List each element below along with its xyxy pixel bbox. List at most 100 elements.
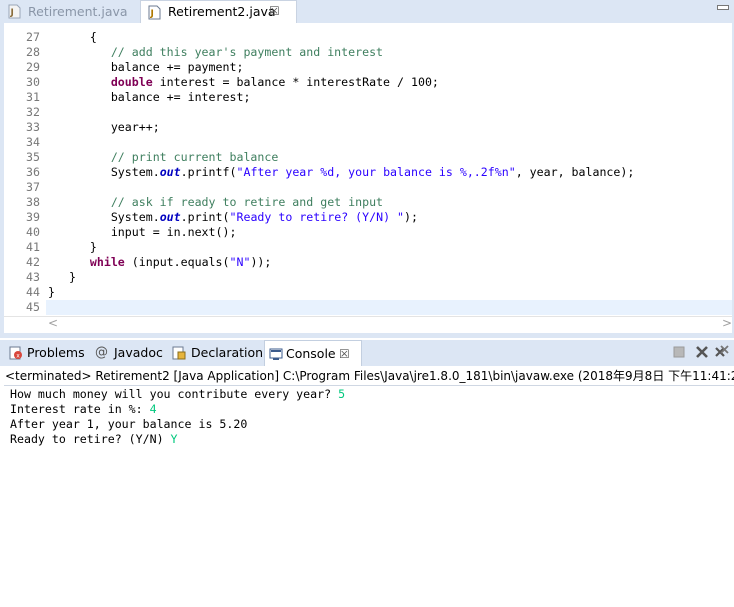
- code-line: while (input.equals("N"));: [48, 255, 272, 270]
- line-number: 36: [26, 165, 40, 179]
- close-icon[interactable]: ☒: [269, 0, 280, 23]
- code-token: ));: [250, 255, 272, 269]
- line-number: 31: [26, 90, 40, 104]
- horizontal-scrollbar[interactable]: < >: [4, 316, 732, 331]
- line-number: 41: [26, 240, 40, 254]
- svg-text:J: J: [150, 9, 154, 19]
- console-status: <terminated> Retirement2 [Java Applicati…: [5, 369, 734, 383]
- tab-retirement-java[interactable]: J Retirement.java: [6, 0, 136, 23]
- code-line: year++;: [48, 120, 160, 135]
- tab-label: Problems: [27, 345, 85, 360]
- code-token: , year, balance);: [515, 165, 635, 179]
- code-line: // ask if ready to retire and get input: [48, 195, 383, 210]
- scroll-right-icon[interactable]: >: [722, 316, 732, 330]
- code-line: }: [48, 240, 97, 255]
- line-number: 44: [26, 285, 40, 299]
- line-number: 39: [26, 210, 40, 224]
- tab-label: Retirement.java: [28, 4, 128, 19]
- code-token: input = in.next();: [48, 225, 237, 239]
- console-user-input: 5: [338, 387, 346, 401]
- remove-all-icon[interactable]: [715, 345, 729, 359]
- code-token: // print current balance: [48, 150, 279, 164]
- code-line: System.out.print("Ready to retire? (Y/N)…: [48, 210, 418, 225]
- tab-retirement2-java[interactable]: J Retirement2.java ☒: [140, 0, 297, 24]
- code-token: }: [48, 285, 55, 299]
- code-token: out: [159, 165, 181, 179]
- java-file-icon: J: [148, 5, 161, 20]
- code-line: balance += payment;: [48, 60, 244, 75]
- code-line: balance += interest;: [48, 90, 251, 105]
- console-user-input: 4: [149, 402, 157, 416]
- tab-label: Javadoc: [114, 345, 163, 360]
- scroll-left-icon[interactable]: <: [48, 316, 58, 330]
- tab-label: Retirement2.java: [168, 4, 276, 19]
- javadoc-icon: @: [95, 345, 108, 360]
- line-number: 29: [26, 60, 40, 74]
- line-number: 38: [26, 195, 40, 209]
- console-line: How much money will you contribute every…: [10, 387, 345, 402]
- code-token: System.: [48, 165, 160, 179]
- code-token: while: [89, 255, 125, 269]
- line-number: 28: [26, 45, 40, 59]
- code-line: // print current balance: [48, 150, 279, 165]
- svg-text:x: x: [16, 353, 20, 360]
- code-line: // add this year's payment and interest: [48, 45, 383, 60]
- line-number: 27: [26, 30, 40, 44]
- line-number: 43: [26, 270, 40, 284]
- line-number: 32: [26, 105, 40, 119]
- console-line: After year 1, your balance is 5.20: [10, 417, 247, 432]
- svg-text:J: J: [10, 8, 14, 18]
- declaration-icon: [172, 346, 186, 360]
- line-number: 34: [26, 135, 40, 149]
- tab-problems[interactable]: x Problems: [6, 340, 92, 366]
- code-token: (input.equals(: [124, 255, 230, 269]
- code-token: interest = balance * interestRate / 100;: [152, 75, 439, 89]
- tab-console[interactable]: Console ☒: [264, 340, 362, 367]
- java-file-icon: J: [8, 4, 21, 19]
- code-token: "After year %d, your balance is %,.2f%n": [236, 165, 516, 179]
- code-token: out: [159, 210, 181, 224]
- code-token: .print(: [180, 210, 230, 224]
- problems-icon: x: [9, 346, 22, 360]
- console-text: How much money will you contribute every…: [10, 387, 339, 401]
- code-line: System.out.printf("After year %d, your b…: [48, 165, 635, 180]
- code-token: System.: [48, 210, 160, 224]
- line-number: 37: [26, 180, 40, 194]
- close-icon[interactable]: ☒: [339, 341, 350, 367]
- code-token: }: [48, 270, 76, 284]
- code-token: "N": [229, 255, 251, 269]
- tab-declaration[interactable]: Declaration: [170, 340, 264, 366]
- line-number: 33: [26, 120, 40, 134]
- console-text: Ready to retire? (Y/N): [10, 432, 171, 446]
- tab-javadoc[interactable]: @ Javadoc: [93, 340, 165, 366]
- editor-tab-bar: J Retirement.java J Retirement2.java ☒: [0, 0, 734, 24]
- view-tab-bar: x Problems @ Javadoc Declaration Console…: [0, 340, 734, 367]
- line-number: 42: [26, 255, 40, 269]
- remove-launch-icon[interactable]: [695, 345, 709, 359]
- current-line-highlight: [46, 300, 732, 315]
- tab-label: Declaration: [191, 345, 264, 360]
- console-icon: [269, 348, 283, 360]
- line-number: 35: [26, 150, 40, 164]
- code-line: }: [48, 285, 55, 300]
- console-line: Interest rate in %: 4: [10, 402, 157, 417]
- code-line: }: [48, 270, 76, 285]
- code-token: balance += interest;: [48, 90, 251, 104]
- code-token: balance += payment;: [48, 60, 244, 74]
- code-token: {: [48, 30, 97, 44]
- console-line: Ready to retire? (Y/N) Y: [10, 432, 178, 447]
- line-number: 40: [26, 225, 40, 239]
- console-text: After year 1, your balance is 5.20: [10, 417, 248, 431]
- code-token: // ask if ready to retire and get input: [48, 195, 384, 209]
- code-token: );: [404, 210, 418, 224]
- terminate-icon[interactable]: [672, 345, 686, 359]
- code-editor[interactable]: 27 28 29 30 31 32 33 34 35 36 37 38 39 40 41 42 43 44 45 {…: [4, 23, 732, 333]
- editor-area: J Retirement.java J Retirement2.java ☒ 2…: [0, 0, 734, 338]
- tab-label: Console: [286, 346, 336, 361]
- line-number-gutter: 27 28 29 30 31 32 33 34 35 36 37 38 39 40 41 42 43 44 45: [4, 23, 42, 323]
- divider: [4, 385, 734, 386]
- line-number: 45: [26, 300, 40, 314]
- minimize-icon[interactable]: [717, 5, 729, 10]
